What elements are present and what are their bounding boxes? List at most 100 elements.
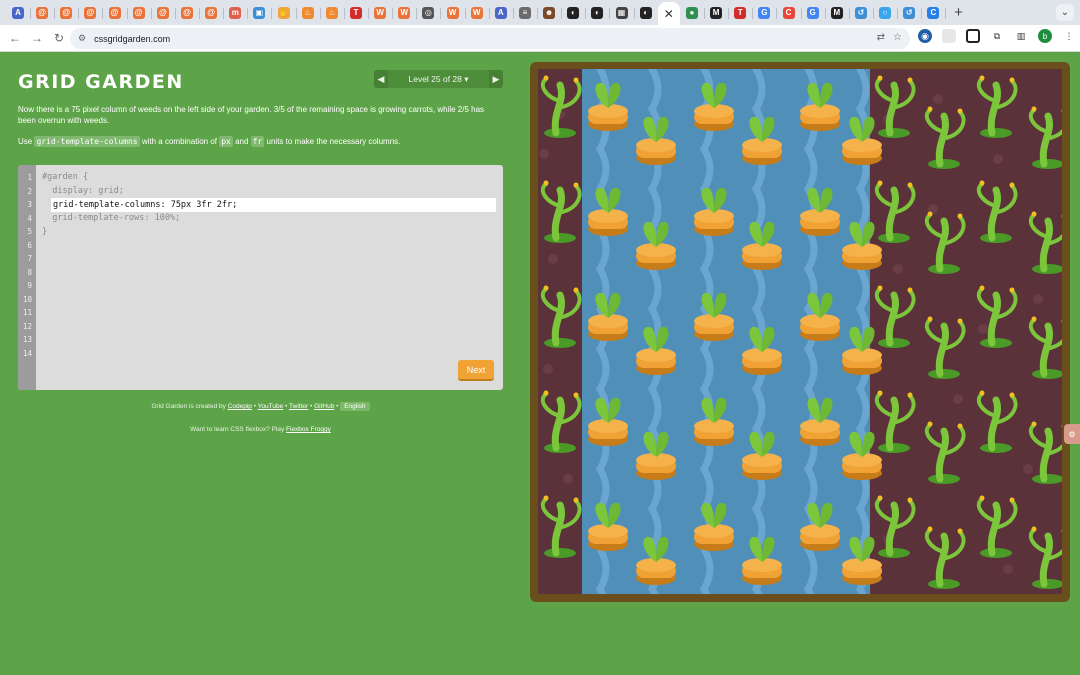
browser-tab[interactable]: ✋ — [272, 2, 297, 24]
extension-icon[interactable]: ◉ — [918, 29, 932, 43]
github-link[interactable]: GitHub — [314, 403, 334, 410]
browser-tab[interactable]: @ — [54, 2, 80, 24]
close-tab-icon[interactable]: ✕ — [664, 7, 674, 21]
language-selector[interactable]: English — [340, 402, 370, 411]
next-level-arrow-icon[interactable]: ▶ — [489, 70, 503, 88]
favicon-icon: @ — [36, 6, 49, 19]
new-tab-button[interactable]: + — [947, 4, 969, 21]
browser-tab[interactable]: ≡ — [513, 2, 538, 24]
favicon-icon: C — [782, 6, 795, 19]
flexbox-froggy-link[interactable]: Flexbox Froggy — [286, 426, 331, 433]
browser-tab[interactable]: W — [392, 2, 418, 24]
browser-tab[interactable]: T — [344, 2, 369, 24]
carrot — [800, 82, 840, 131]
favicon-icon: ✋ — [277, 6, 290, 19]
browser-tab[interactable]: W — [465, 2, 490, 24]
favicon-icon: ◐ — [567, 6, 580, 19]
twitter-link[interactable]: Twitter — [289, 403, 308, 410]
tab-search-button[interactable]: ⌄ — [1056, 4, 1074, 21]
favicon-icon: A — [12, 6, 24, 19]
translate-icon[interactable]: ⇄ — [877, 32, 885, 43]
menu-dots-icon[interactable]: ⋮ — [1062, 29, 1076, 43]
browser-tab[interactable]: T — [728, 2, 754, 24]
extensions-puzzle-icon[interactable]: ⧉ — [990, 29, 1004, 43]
next-button[interactable]: Next — [458, 360, 494, 381]
weed — [976, 180, 1018, 243]
browser-tab[interactable]: ◎ — [416, 2, 442, 24]
browser-tab[interactable]: ☻ — [537, 2, 563, 24]
line-number: 12 — [22, 321, 32, 331]
site-info-icon[interactable]: ⚙ — [78, 33, 86, 44]
soil-pebble — [993, 154, 1003, 164]
browser-tab[interactable]: @ — [78, 2, 104, 24]
code-chip: grid-template-columns — [34, 136, 140, 147]
profile-avatar[interactable]: b — [1038, 29, 1052, 43]
browser-tab[interactable]: G — [801, 2, 826, 24]
browser-tab[interactable]: G — [752, 2, 778, 24]
browser-tab[interactable]: ◐ — [585, 2, 611, 24]
code-line: #garden { — [42, 172, 89, 182]
weed — [976, 75, 1018, 138]
browser-tab[interactable]: ◐ — [634, 2, 659, 24]
previous-level-arrow-icon[interactable]: ◀ — [374, 70, 388, 88]
extension-icon[interactable] — [942, 29, 956, 43]
browser-tab[interactable]: ▣ — [247, 2, 273, 24]
soil-pebble — [1003, 564, 1013, 574]
side-panel-icon[interactable]: ▥ — [1014, 29, 1028, 43]
line-number-gutter: 1 2 3 4 5 6 7 8 9 10 11 12 13 14 — [18, 165, 36, 390]
extension-side-tab[interactable]: ⚙ — [1064, 424, 1080, 444]
browser-tab[interactable]: C — [777, 2, 802, 24]
weed — [540, 285, 582, 348]
bookmark-star-icon[interactable]: ☆ — [893, 32, 902, 43]
browser-tab[interactable]: @ — [127, 2, 152, 24]
level-indicator[interactable]: Level 25 of 28 ▾ — [388, 74, 489, 85]
forward-icon[interactable]: → — [26, 27, 48, 49]
favicon-icon: @ — [84, 6, 97, 19]
browser-tab[interactable]: M — [825, 2, 850, 24]
browser-tab[interactable]: ▦ — [610, 2, 635, 24]
back-icon[interactable]: ← — [4, 27, 26, 49]
soil-pebble — [893, 264, 903, 274]
browser-tab[interactable]: @ — [199, 2, 225, 24]
browser-tab[interactable]: A — [489, 2, 514, 24]
browser-tab[interactable]: ● — [680, 2, 705, 24]
favicon-icon: C — [927, 6, 940, 19]
browser-tab[interactable]: C — [921, 2, 947, 24]
browser-tab[interactable]: W — [368, 2, 394, 24]
line-number: 4 — [27, 213, 32, 223]
codepip-link[interactable]: Codepip — [228, 403, 252, 410]
browser-tab[interactable]: @ — [103, 2, 128, 24]
browser-tab[interactable]: @ — [30, 2, 56, 24]
soil-pebble — [953, 394, 963, 404]
code-chip: fr — [250, 136, 265, 147]
address-bar[interactable]: ⚙ cssgridgarden.com ⇄ ☆ — [70, 28, 910, 49]
browser-tab[interactable]: ◐ — [561, 2, 587, 24]
code-chip: px — [219, 136, 233, 147]
browser-tab[interactable]: m — [223, 2, 249, 24]
line-number: 10 — [22, 294, 32, 304]
line-number: 5 — [27, 227, 32, 236]
youtube-link[interactable]: YouTube — [258, 403, 284, 410]
weed — [874, 390, 916, 453]
browser-tab[interactable]: W — [441, 2, 466, 24]
extension-icon[interactable] — [966, 29, 980, 43]
active-tab[interactable]: ✕ — [657, 1, 680, 27]
code-input[interactable] — [53, 199, 494, 211]
browser-tab[interactable]: ♨ — [296, 2, 321, 24]
browser-tab[interactable]: M — [704, 2, 730, 24]
promo-text: Want to learn CSS flexbox? Play — [190, 426, 287, 433]
garden-plants — [539, 69, 1062, 594]
favicon-icon: W — [398, 6, 411, 19]
browser-tab[interactable]: ↺ — [897, 2, 923, 24]
reload-icon[interactable]: ↻ — [48, 27, 70, 49]
browser-tab[interactable]: ↺ — [849, 2, 874, 24]
browser-tab[interactable]: ♨ — [320, 2, 345, 24]
favicon-icon: ≡ — [518, 6, 531, 19]
credits-text: Grid Garden is created by — [151, 403, 228, 410]
favicon-icon: W — [470, 6, 483, 19]
browser-tab[interactable]: @ — [151, 2, 176, 24]
browser-tab[interactable]: ○ — [873, 2, 899, 24]
browser-tab[interactable]: A — [6, 2, 31, 24]
browser-tab[interactable]: @ — [175, 2, 200, 24]
carrot — [694, 82, 734, 131]
